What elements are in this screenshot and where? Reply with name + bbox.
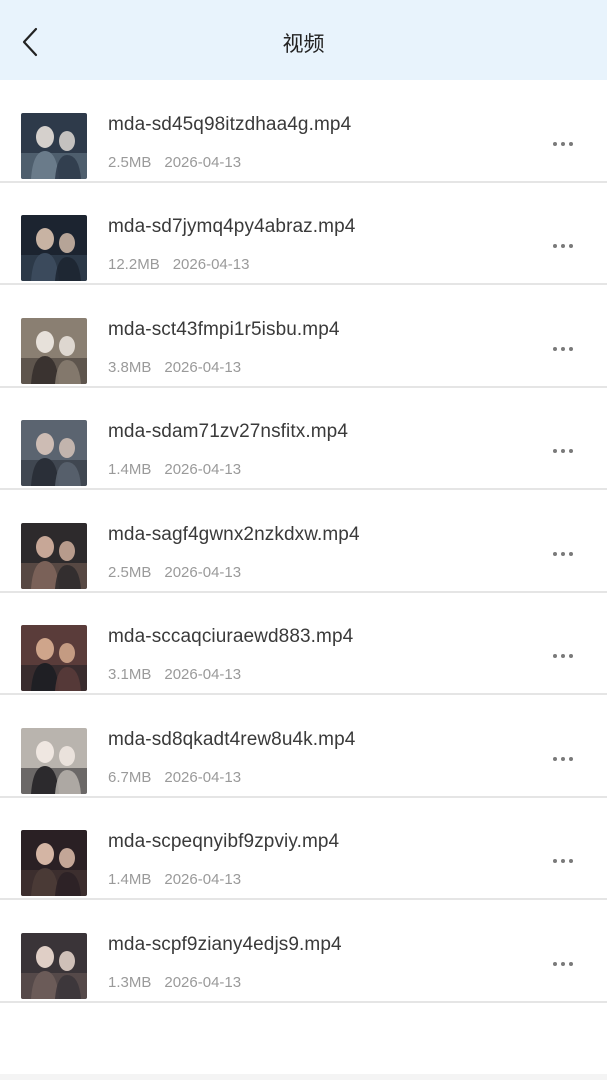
more-options-button[interactable] <box>543 334 583 364</box>
video-thumbnail-image <box>21 523 87 589</box>
file-meta: 2.5MB 2026-04-13 <box>108 564 241 581</box>
video-file-row[interactable]: mda-sd45q98itzdhaa4g.mp4 2.5MB 2026-04-13 <box>0 81 607 183</box>
list-bottom-edge <box>0 1074 607 1080</box>
file-meta: 12.2MB 2026-04-13 <box>108 256 249 273</box>
file-meta: 3.1MB 2026-04-13 <box>108 666 241 683</box>
video-thumbnail-image <box>21 318 87 384</box>
file-size: 12.2MB <box>108 256 160 273</box>
video-file-row[interactable]: mda-sd7jymq4py4abraz.mp4 12.2MB 2026-04-13 <box>0 183 607 285</box>
file-name: mda-scpeqnyibf9zpviy.mp4 <box>108 831 340 852</box>
file-size: 2.5MB <box>108 154 152 171</box>
video-file-row[interactable]: mda-sd8qkadt4rew8u4k.mp4 6.7MB 2026-04-13 <box>0 696 607 798</box>
video-thumbnail-image <box>21 625 87 691</box>
more-horizontal-icon <box>553 142 573 146</box>
more-options-button[interactable] <box>543 129 583 159</box>
more-options-button[interactable] <box>543 641 583 671</box>
row-divider <box>0 1001 607 1003</box>
file-date: 2026-04-13 <box>164 666 242 683</box>
file-size: 1.3MB <box>108 974 152 991</box>
file-date: 2026-04-13 <box>164 564 242 581</box>
more-horizontal-icon <box>553 244 573 248</box>
video-file-row[interactable]: mda-scpf9ziany4edjs9.mp4 1.3MB 2026-04-13 <box>0 901 607 1003</box>
file-name: mda-sagf4gwnx2nzkdxw.mp4 <box>108 524 360 545</box>
video-file-row[interactable]: mda-sccaqciuraewd883.mp4 3.1MB 2026-04-13 <box>0 593 607 695</box>
video-thumbnail-image <box>21 830 87 896</box>
more-options-button[interactable] <box>543 539 583 569</box>
video-thumbnail <box>21 933 87 999</box>
row-divider <box>0 898 607 900</box>
file-name: mda-sd7jymq4py4abraz.mp4 <box>108 216 356 237</box>
file-size: 1.4MB <box>108 461 152 478</box>
file-meta: 3.8MB 2026-04-13 <box>108 359 241 376</box>
more-horizontal-icon <box>553 552 573 556</box>
video-thumbnail-image <box>21 933 87 999</box>
file-date: 2026-04-13 <box>164 769 242 786</box>
more-options-button[interactable] <box>543 846 583 876</box>
file-meta: 1.4MB 2026-04-13 <box>108 461 241 478</box>
more-horizontal-icon <box>553 859 573 863</box>
page-title: 视频 <box>282 32 325 56</box>
file-size: 3.8MB <box>108 359 152 376</box>
video-thumbnail <box>21 113 87 179</box>
row-divider <box>0 693 607 695</box>
row-divider <box>0 488 607 490</box>
video-thumbnail <box>21 830 87 896</box>
file-meta: 2.5MB 2026-04-13 <box>108 154 241 171</box>
video-thumbnail-image <box>21 420 87 486</box>
app-header: 视频 <box>0 0 607 80</box>
file-meta: 6.7MB 2026-04-13 <box>108 769 241 786</box>
file-meta: 1.4MB 2026-04-13 <box>108 871 241 888</box>
more-options-button[interactable] <box>543 436 583 466</box>
row-divider <box>0 283 607 285</box>
more-horizontal-icon <box>553 757 573 761</box>
file-name: mda-sd45q98itzdhaa4g.mp4 <box>108 114 352 135</box>
video-thumbnail <box>21 420 87 486</box>
file-name: mda-sd8qkadt4rew8u4k.mp4 <box>108 729 356 750</box>
more-horizontal-icon <box>553 449 573 453</box>
more-options-button[interactable] <box>543 231 583 261</box>
video-thumbnail <box>21 728 87 794</box>
file-date: 2026-04-13 <box>164 359 242 376</box>
file-meta: 1.3MB 2026-04-13 <box>108 974 241 991</box>
file-size: 3.1MB <box>108 666 152 683</box>
file-date: 2026-04-13 <box>164 871 242 888</box>
file-size: 2.5MB <box>108 564 152 581</box>
more-horizontal-icon <box>553 654 573 658</box>
file-size: 6.7MB <box>108 769 152 786</box>
file-name: mda-scpf9ziany4edjs9.mp4 <box>108 934 342 955</box>
file-size: 1.4MB <box>108 871 152 888</box>
file-date: 2026-04-13 <box>164 974 242 991</box>
file-name: mda-sdam71zv27nsfitx.mp4 <box>108 421 349 442</box>
more-horizontal-icon <box>553 347 573 351</box>
more-options-button[interactable] <box>543 949 583 979</box>
video-thumbnail <box>21 215 87 281</box>
video-thumbnail <box>21 318 87 384</box>
more-horizontal-icon <box>553 962 573 966</box>
video-thumbnail-image <box>21 113 87 179</box>
video-file-row[interactable]: mda-scpeqnyibf9zpviy.mp4 1.4MB 2026-04-13 <box>0 798 607 900</box>
more-options-button[interactable] <box>543 744 583 774</box>
video-thumbnail <box>21 625 87 691</box>
video-thumbnail-image <box>21 215 87 281</box>
file-date: 2026-04-13 <box>164 154 242 171</box>
video-file-row[interactable]: mda-sagf4gwnx2nzkdxw.mp4 2.5MB 2026-04-13 <box>0 491 607 593</box>
file-name: mda-sccaqciuraewd883.mp4 <box>108 626 354 647</box>
file-name: mda-sct43fmpi1r5isbu.mp4 <box>108 319 340 340</box>
video-file-row[interactable]: mda-sct43fmpi1r5isbu.mp4 3.8MB 2026-04-13 <box>0 286 607 388</box>
file-date: 2026-04-13 <box>172 256 250 273</box>
video-thumbnail-image <box>21 728 87 794</box>
video-thumbnail <box>21 523 87 589</box>
video-file-row[interactable]: mda-sdam71zv27nsfitx.mp4 1.4MB 2026-04-13 <box>0 388 607 490</box>
file-date: 2026-04-13 <box>164 461 242 478</box>
